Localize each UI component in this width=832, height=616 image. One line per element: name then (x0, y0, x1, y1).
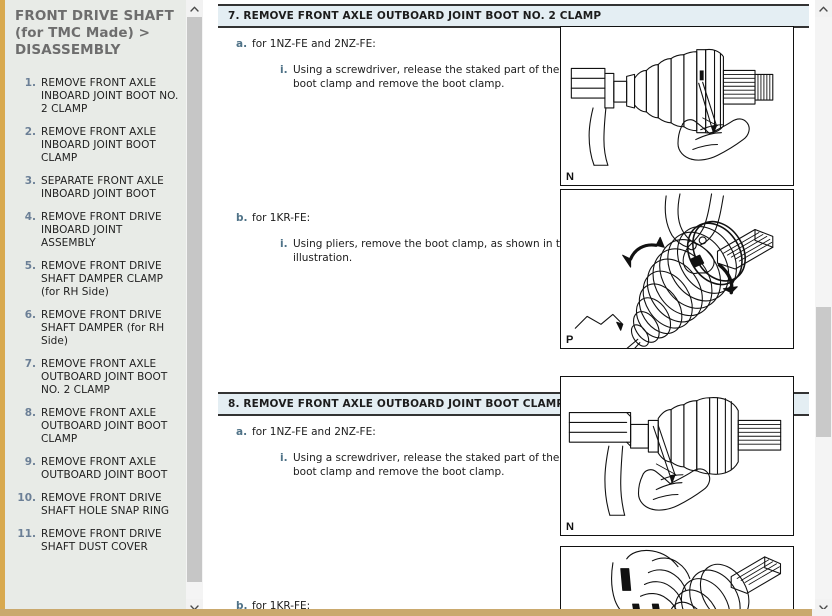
sidebar-item-number: 6. (24, 309, 36, 321)
main-content-area: 7. REMOVE FRONT AXLE OUTBOARD JOINT BOOT… (203, 0, 815, 616)
sidebar-scroll-thumb[interactable] (187, 17, 202, 582)
sidebar-item[interactable]: 4. REMOVE FRONT DRIVE INBOARD JOINT ASSEM… (13, 211, 180, 250)
substep-text: Using a screwdriver, release the staked … (293, 64, 560, 90)
step-marker: a. (236, 426, 248, 438)
substep-marker: i. (280, 64, 288, 76)
sidebar-item-label: REMOVE FRONT AXLE INBOARD JOINT BOOT NO.… (41, 77, 179, 115)
sidebar-item-number: 7. (24, 358, 36, 370)
pliers-boot-clamp-diagram (574, 193, 774, 348)
sidebar-item-number: 5. (24, 260, 36, 272)
substep: i. Using a screwdriver, release the stake… (236, 64, 581, 91)
sidebar-item[interactable]: 9. REMOVE FRONT AXLE OUTBOARD JOINT BOOT (13, 456, 180, 482)
main-scroll-thumb[interactable] (816, 307, 831, 437)
main-scrollbar[interactable] (815, 0, 832, 616)
step-text: for 1KR-FE: (252, 212, 311, 224)
substep-marker: i. (280, 452, 288, 464)
sidebar-item[interactable]: 11. REMOVE FRONT DRIVE SHAFT DUST COVER (13, 528, 180, 554)
sidebar-item-label: REMOVE FRONT AXLE OUTBOARD JOINT BOOT NO… (41, 358, 168, 396)
sidebar-item[interactable]: 5. REMOVE FRONT DRIVE SHAFT DAMPER CLAMP … (13, 260, 180, 299)
sidebar-scrollbar[interactable] (186, 0, 203, 616)
sidebar-item-number: 11. (17, 528, 36, 540)
sidebar-item-label: REMOVE FRONT AXLE OUTBOARD JOINT BOOT CL… (41, 407, 168, 445)
sidebar-item[interactable]: 7. REMOVE FRONT AXLE OUTBOARD JOINT BOOT … (13, 358, 180, 397)
sidebar-item-label: REMOVE FRONT AXLE OUTBOARD JOINT BOOT (41, 456, 168, 481)
step-marker: a. (236, 38, 248, 50)
sidebar-item-label: REMOVE FRONT DRIVE SHAFT DAMPER (for RH … (41, 309, 165, 347)
sidebar-content: FRONT DRIVE SHAFT (for TMC Made) > DISAS… (5, 0, 186, 616)
sidebar-item-label: REMOVE FRONT DRIVE SHAFT DAMPER CLAMP (f… (41, 260, 163, 298)
procedure-step-list: 1. REMOVE FRONT AXLE INBOARD JOINT BOOT N… (13, 77, 180, 554)
substep-text: Using a screwdriver, release the staked … (293, 452, 560, 478)
sidebar-item-label: REMOVE FRONT AXLE INBOARD JOINT BOOT CLA… (41, 126, 157, 164)
sidebar: FRONT DRIVE SHAFT (for TMC Made) > DISAS… (5, 0, 203, 616)
sidebar-item-number: 2. (24, 126, 36, 138)
step-text: for 1NZ-FE and 2NZ-FE: (252, 426, 376, 438)
sidebar-item[interactable]: 6. REMOVE FRONT DRIVE SHAFT DAMPER (for R… (13, 309, 180, 348)
main-scroll-up-button[interactable] (815, 0, 832, 17)
pliers-boot-clamp-diagram-2 (611, 549, 782, 616)
substep: i. Using a screwdriver, release the stake… (236, 452, 581, 479)
sidebar-item-number: 10. (17, 492, 36, 504)
sidebar-item-label: SEPARATE FRONT AXLE INBOARD JOINT BOOT (41, 175, 164, 200)
sidebar-item-label: REMOVE FRONT DRIVE INBOARD JOINT ASSEMBL… (41, 211, 162, 249)
illustration-panel-2: P (560, 189, 794, 349)
step-marker: b. (236, 212, 248, 224)
figure-label: P (566, 334, 574, 346)
substep-text: Using pliers, remove the boot clamp, as … (293, 238, 574, 264)
figure-label: N (566, 521, 574, 533)
illustration-panel-1: N (560, 26, 794, 186)
figure-label: N (566, 171, 574, 183)
manual-viewer-window: FRONT DRIVE SHAFT (for TMC Made) > DISAS… (0, 0, 832, 616)
bottom-bar-corner (812, 609, 832, 616)
sidebar-item-number: 9. (24, 456, 36, 468)
sidebar-item-label: REMOVE FRONT DRIVE SHAFT DUST COVER (41, 528, 162, 553)
sidebar-scroll-track[interactable] (186, 17, 203, 599)
step-text: for 1NZ-FE and 2NZ-FE: (252, 38, 376, 50)
sidebar-item[interactable]: 1. REMOVE FRONT AXLE INBOARD JOINT BOOT N… (13, 77, 180, 116)
illustration-panel-4 (560, 546, 794, 616)
sidebar-title: FRONT DRIVE SHAFT (for TMC Made) > DISAS… (15, 8, 174, 58)
bottom-accent-bar (0, 609, 832, 616)
section-heading: 7. REMOVE FRONT AXLE OUTBOARD JOINT BOOT… (218, 4, 809, 28)
sidebar-item-label: REMOVE FRONT DRIVE SHAFT HOLE SNAP RING (41, 492, 170, 517)
drive-shaft-screwdriver-diagram (570, 48, 774, 166)
sidebar-item[interactable]: 3. SEPARATE FRONT AXLE INBOARD JOINT BOOT (13, 175, 180, 201)
sidebar-scroll-up-button[interactable] (186, 0, 203, 17)
drive-shaft-screwdriver-diagram-2 (568, 397, 782, 516)
main-scroll-track[interactable] (815, 17, 832, 599)
substep: i. Using pliers, remove the boot clamp, a… (236, 238, 581, 265)
sidebar-item-number: 3. (24, 175, 36, 187)
sidebar-item[interactable]: 8. REMOVE FRONT AXLE OUTBOARD JOINT BOOT … (13, 407, 180, 446)
sidebar-item[interactable]: 2. REMOVE FRONT AXLE INBOARD JOINT BOOT C… (13, 126, 180, 165)
substep-marker: i. (280, 238, 288, 250)
sidebar-item-number: 1. (24, 77, 36, 89)
sidebar-item[interactable]: 10. REMOVE FRONT DRIVE SHAFT HOLE SNAP RI… (13, 492, 180, 518)
illustration-panel-3: N (560, 376, 794, 536)
sidebar-item-number: 4. (24, 211, 36, 223)
sidebar-item-number: 8. (24, 407, 36, 419)
